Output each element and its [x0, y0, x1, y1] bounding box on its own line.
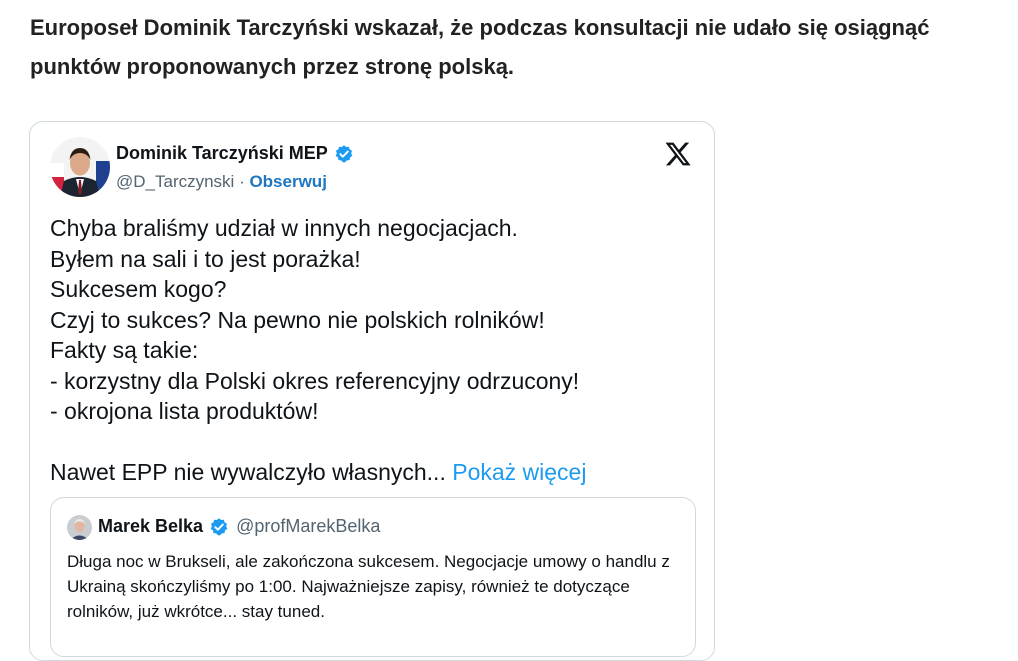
tweet-truncated-text: Nawet EPP nie wywalczyło własnych...: [50, 459, 446, 485]
tweet-line: Byłem na sali i to jest porażka!: [50, 245, 361, 272]
author-name[interactable]: Dominik Tarczyński MEP: [116, 143, 328, 164]
follow-button[interactable]: Obserwuj: [249, 172, 326, 191]
quoted-author-row[interactable]: Marek Belka @profMarekBelka: [98, 516, 380, 537]
author-avatar-image: [50, 137, 110, 197]
quoted-tweet-text: Długa noc w Brukseli, ale zakończona suk…: [67, 552, 670, 621]
handle-separator: ·: [234, 172, 250, 191]
author-avatar[interactable]: [50, 137, 110, 197]
tweet-line: Sukcesem kogo?: [50, 276, 227, 302]
x-logo-icon[interactable]: [664, 140, 692, 168]
quoted-tweet[interactable]: Marek Belka @profMarekBelka Długa noc w …: [50, 497, 696, 657]
quoted-author-handle[interactable]: @profMarekBelka: [236, 516, 380, 537]
author-handle-row: @D_Tarczynski · Obserwuj: [116, 172, 327, 192]
quoted-author-avatar[interactable]: [67, 515, 92, 540]
tweet-line: - korzystny dla Polski okres referencyjn…: [50, 367, 580, 394]
quoted-author-avatar-image: [67, 515, 92, 540]
tweet-text: Chyba braliśmy udział w innych negocjacj…: [50, 213, 700, 488]
article-lead-paragraph: Europoseł Dominik Tarczyński wskazał, że…: [30, 15, 930, 79]
tweet-line: - okrojona lista produktów!: [50, 398, 319, 424]
tweet-line: Czyj to sukces? Na pewno nie polskich ro…: [50, 306, 545, 333]
tweet-line: Fakty są takie:: [50, 337, 199, 363]
author-handle[interactable]: @D_Tarczynski: [116, 172, 234, 191]
tweet-last-line: Nawet EPP nie wywalczyło własnych... Pok…: [50, 457, 700, 488]
show-more-link[interactable]: Pokaż więcej: [452, 459, 586, 485]
tweet-line: Chyba braliśmy udział w innych negocjacj…: [50, 215, 518, 241]
verified-badge-icon: [210, 517, 228, 535]
author-name-row[interactable]: Dominik Tarczyński MEP: [116, 143, 354, 164]
verified-badge-icon: [335, 144, 353, 162]
embedded-tweet[interactable]: Dominik Tarczyński MEP @D_Tarczynski · O…: [29, 121, 715, 661]
quoted-author-name[interactable]: Marek Belka: [98, 516, 203, 537]
